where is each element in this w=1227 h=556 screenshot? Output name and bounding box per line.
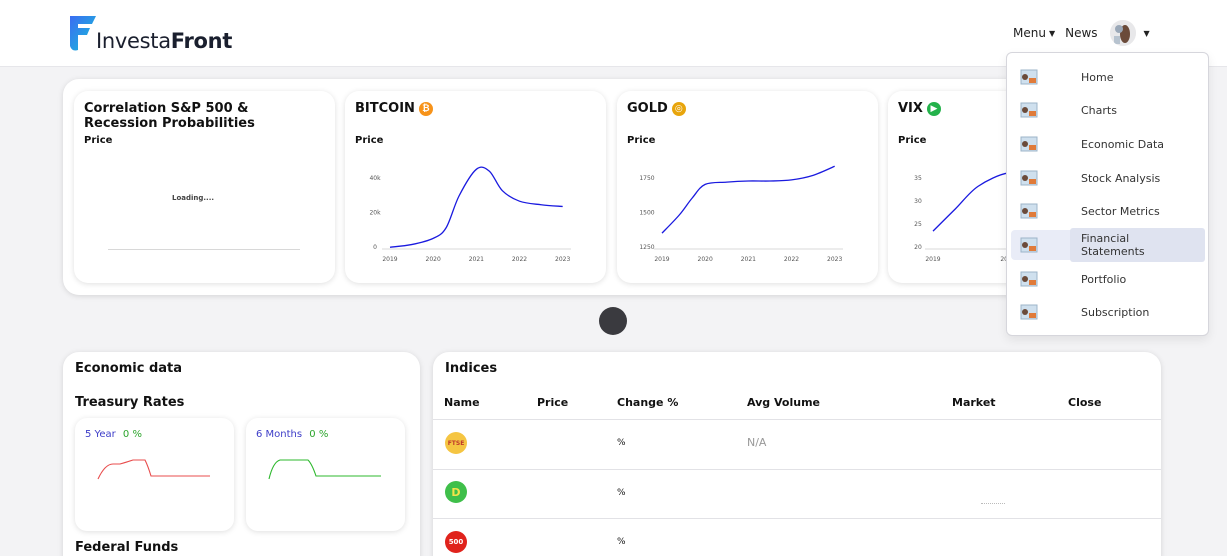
change-cell: % xyxy=(617,488,626,498)
menu-item-label: Charts xyxy=(1081,103,1117,117)
chart-baseline xyxy=(108,249,300,250)
gold-chart-card[interactable]: GOLD ◎ Price 1750 1500 1250 2019 2020 2021 202… xyxy=(617,91,878,283)
table-row[interactable]: 500 % xyxy=(433,519,1161,556)
five-year-sparkline xyxy=(97,459,210,480)
menu-item-portfolio[interactable]: Portfolio xyxy=(1011,264,1205,294)
menu-item-label: Sector Metrics xyxy=(1081,204,1160,218)
menu-item-economic-data[interactable]: Economic Data xyxy=(1011,129,1205,159)
x-tick-label: 2021 xyxy=(741,256,756,263)
menu-dropdown-toggle[interactable]: Menu ▼ xyxy=(1013,26,1055,40)
page-thumbnail-icon xyxy=(1020,237,1038,253)
economic-data-card: Economic data Treasury Rates 5 Year 0 % … xyxy=(63,352,420,556)
menu-item-label: Subscription xyxy=(1081,305,1150,319)
page-thumbnail-icon xyxy=(1020,170,1038,186)
x-tick-label: 2019 xyxy=(654,256,669,263)
bitcoin-chart-card[interactable]: BITCOIN ₿ Price 40k 20k 0 2019 2020 2021 2022 2… xyxy=(345,91,606,283)
ftse-logo-icon: FTSE xyxy=(445,432,467,454)
dax-logo-icon: D xyxy=(445,481,467,503)
change-cell: % xyxy=(617,537,626,547)
page-thumbnail-icon xyxy=(1020,102,1038,118)
menu-item-sector-metrics[interactable]: Sector Metrics xyxy=(1011,196,1205,226)
x-tick-label: 2020 xyxy=(698,256,713,263)
sp500-logo-icon: 500 xyxy=(445,531,467,553)
economic-data-title: Economic data xyxy=(75,361,183,376)
caret-down-icon: ▼ xyxy=(1143,28,1150,38)
treasury-rates-title: Treasury Rates xyxy=(75,395,185,410)
table-row[interactable]: FTSE % N/A xyxy=(433,420,1161,469)
menu-item-label: Portfolio xyxy=(1081,272,1127,286)
page-thumbnail-icon xyxy=(1020,271,1038,287)
y-tick-label: 1250 xyxy=(639,244,654,251)
x-tick-label: 2023 xyxy=(555,256,570,263)
x-tick-label: 2022 xyxy=(784,256,799,263)
x-tick-label: 2019 xyxy=(382,256,397,263)
menu-item-subscription[interactable]: Subscription xyxy=(1011,297,1205,327)
indices-title: Indices xyxy=(445,361,498,376)
avatar xyxy=(1109,20,1136,46)
avg-volume-cell: N/A xyxy=(747,436,767,449)
y-tick-label: 25 xyxy=(914,221,922,228)
y-tick-label: 1500 xyxy=(639,210,654,217)
bitcoin-price-chart: 40k 20k 0 2019 2020 2021 2022 2023 xyxy=(369,166,571,263)
six-month-rate-card[interactable]: 6 Months 0 % xyxy=(246,418,405,531)
correlation-chart-subtitle: Price xyxy=(84,135,113,146)
menu-item-financial-statements[interactable]: Financial Statements xyxy=(1011,228,1205,262)
table-row[interactable]: D % xyxy=(433,470,1161,519)
x-tick-label: 2021 xyxy=(469,256,484,263)
menu-item-label: Home xyxy=(1081,70,1114,84)
menu-dropdown: Home Charts Economic Data Stock Analysis… xyxy=(1006,52,1209,336)
page-thumbnail-icon xyxy=(1020,203,1038,219)
logo-mark-icon xyxy=(68,14,98,54)
x-tick-label: 2023 xyxy=(827,256,842,263)
carousel-indicator[interactable] xyxy=(599,307,627,335)
menu-item-label: Financial Statements xyxy=(1070,228,1205,262)
y-tick-label: 30 xyxy=(914,198,922,205)
market-charts-panel: Correlation S&P 500 & Recession Probabil… xyxy=(63,79,1063,295)
column-header-avg-volume: Avg Volume xyxy=(747,396,820,409)
loading-text: Loading.... xyxy=(172,194,215,202)
page-thumbnail-icon xyxy=(1020,304,1038,320)
menu-item-label: Stock Analysis xyxy=(1081,171,1161,185)
news-link[interactable]: News xyxy=(1065,26,1097,40)
y-tick-label: 0 xyxy=(373,244,377,251)
five-year-rate-card[interactable]: 5 Year 0 % xyxy=(75,418,234,531)
menu-label: Menu xyxy=(1013,26,1046,40)
y-tick-label: 35 xyxy=(914,175,922,182)
brand-logo[interactable]: InvestaFront xyxy=(68,14,232,54)
y-tick-label: 40k xyxy=(369,175,381,182)
correlation-chart-title: Correlation S&P 500 & Recession Probabil… xyxy=(84,101,255,131)
column-header-market: Market xyxy=(952,396,996,409)
six-month-sparkline xyxy=(268,459,381,480)
column-header-price: Price xyxy=(537,396,569,409)
x-tick-label: 2022 xyxy=(512,256,527,263)
price-series-line xyxy=(389,166,563,248)
correlation-chart-card: Correlation S&P 500 & Recession Probabil… xyxy=(74,91,335,283)
caret-down-icon: ▼ xyxy=(1048,28,1056,38)
x-tick-label: 2019 xyxy=(925,256,940,263)
y-tick-label: 20k xyxy=(369,210,381,217)
page-thumbnail-icon xyxy=(1020,69,1038,85)
x-tick-label: 2020 xyxy=(426,256,441,263)
page-thumbnail-icon xyxy=(1020,136,1038,152)
column-header-change: Change % xyxy=(617,396,679,409)
user-menu-toggle[interactable]: ▼ xyxy=(1109,20,1150,46)
brand-bold: Front xyxy=(170,29,233,53)
y-tick-label: 1750 xyxy=(639,175,654,182)
brand-name: InvestaFront xyxy=(96,29,232,53)
loading-indicator xyxy=(981,503,1005,504)
brand-regular: Investa xyxy=(96,29,171,53)
price-series-line xyxy=(661,165,835,234)
menu-item-charts[interactable]: Charts xyxy=(1011,95,1205,125)
y-tick-label: 20 xyxy=(914,244,922,251)
menu-item-stock-analysis[interactable]: Stock Analysis xyxy=(1011,163,1205,193)
change-cell: % xyxy=(617,438,626,448)
column-header-name: Name xyxy=(444,396,480,409)
indices-card: Indices Name Price Change % Avg Volume M… xyxy=(433,352,1161,556)
menu-item-label: Economic Data xyxy=(1081,137,1165,151)
column-header-close: Close xyxy=(1068,396,1102,409)
federal-funds-title: Federal Funds xyxy=(75,540,179,555)
menu-item-home[interactable]: Home xyxy=(1011,62,1205,92)
gold-price-chart: 1750 1500 12502019 2020 2021 2022 2023 xyxy=(639,165,843,263)
news-label: News xyxy=(1065,26,1098,40)
